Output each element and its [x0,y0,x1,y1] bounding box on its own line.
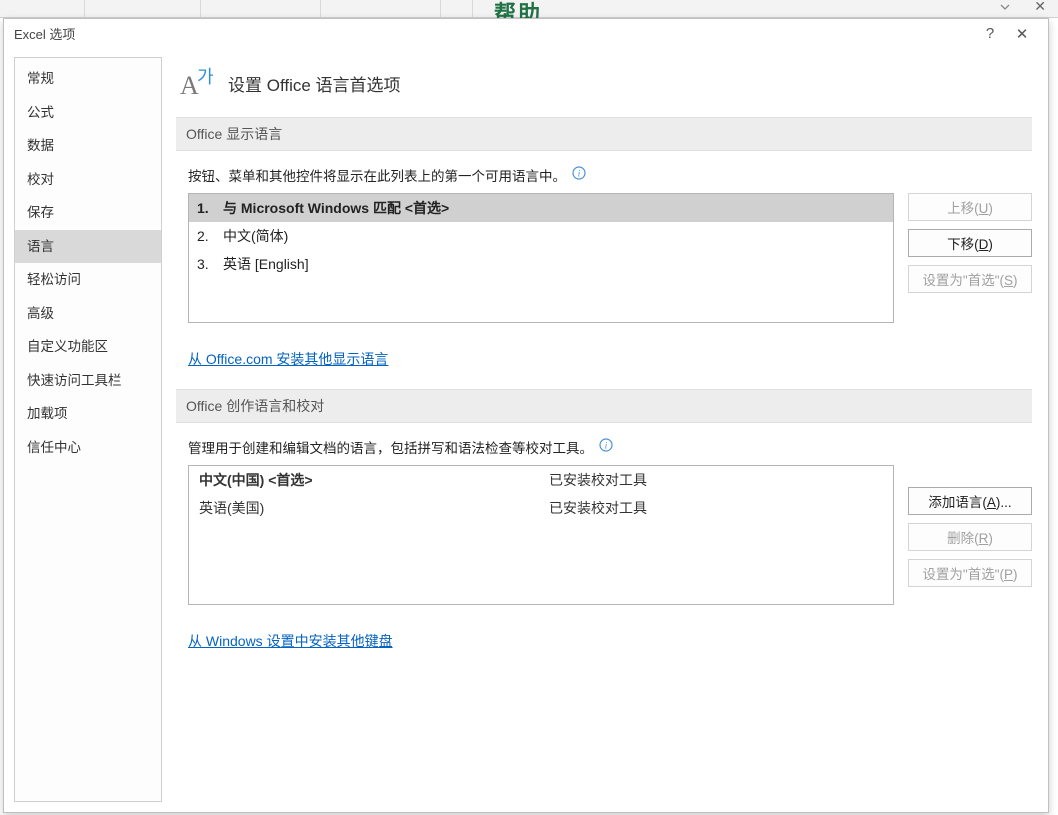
dialog-title: Excel 选项 [14,24,75,43]
remove-language-button[interactable]: 删除(R) [908,523,1032,551]
sidebar-item-language[interactable]: 语言 [15,230,161,264]
display-section-header: Office 显示语言 [176,117,1032,151]
author-item-lang: 英语(美国) [199,498,549,518]
dialog-close-button[interactable]: ✕ [1006,23,1038,45]
background-toolbar: 帮助 ✕ [0,0,1058,18]
sidebar: 常规 公式 数据 校对 保存 语言 轻松访问 高级 自定义功能区 快速访问工具栏… [14,57,162,802]
dialog-help-button[interactable]: ? [974,23,1006,45]
move-down-button[interactable]: 下移(D) [908,229,1032,257]
sidebar-item-ribbon[interactable]: 自定义功能区 [15,330,161,364]
list-item[interactable]: 英语(美国) 已安装校对工具 [189,494,893,522]
sidebar-item-ease[interactable]: 轻松访问 [15,263,161,297]
list-item-num: 1. [197,200,223,216]
list-item[interactable]: 1. 与 Microsoft Windows 匹配 <首选> [189,194,893,222]
info-icon[interactable]: i [572,166,586,180]
bg-close-icon[interactable]: ✕ [1030,0,1050,15]
dialog-titlebar: Excel 选项 ? ✕ [4,19,1048,49]
sidebar-item-trust[interactable]: 信任中心 [15,431,161,465]
sidebar-item-formulas[interactable]: 公式 [15,96,161,130]
sidebar-item-qat[interactable]: 快速访问工具栏 [15,364,161,398]
info-icon[interactable]: i [599,438,613,452]
set-preferred-author-button[interactable]: 设置为"首选"(P) [908,559,1032,587]
set-preferred-display-button[interactable]: 设置为"首选"(S) [908,265,1032,293]
sidebar-item-addins[interactable]: 加载项 [15,397,161,431]
list-item-text: 中文(简体) [223,226,288,246]
install-display-lang-link[interactable]: 从 Office.com 安装其他显示语言 [188,349,388,369]
sidebar-item-advanced[interactable]: 高级 [15,297,161,331]
svg-text:i: i [577,169,580,179]
display-section-desc: 按钮、菜单和其他控件将显示在此列表上的第一个可用语言中。 [188,169,566,184]
list-item-text: 英语 [English] [223,254,309,274]
list-item[interactable]: 2. 中文(简体) [189,222,893,250]
list-item-num: 2. [197,228,223,244]
sidebar-item-proofing[interactable]: 校对 [15,163,161,197]
list-item-num: 3. [197,256,223,272]
author-section-desc: 管理用于创建和编辑文档的语言，包括拼写和语法检查等校对工具。 [188,441,593,456]
page-title: 设置 Office 语言首选项 [228,71,401,96]
author-item-lang: 中文(中国) <首选> [199,470,549,490]
svg-text:가: 가 [197,67,214,87]
author-section-header: Office 创作语言和校对 [176,389,1032,423]
svg-text:i: i [604,441,607,451]
author-language-list[interactable]: 中文(中国) <首选> 已安装校对工具 英语(美国) 已安装校对工具 [188,465,894,605]
main-content: A 가 设置 Office 语言首选项 Office 显示语言 按钮、菜单和其他… [176,57,1038,802]
sidebar-item-general[interactable]: 常规 [15,62,161,96]
display-language-list[interactable]: 1. 与 Microsoft Windows 匹配 <首选> 2. 中文(简体)… [188,193,894,323]
add-language-button[interactable]: 添加语言(A)... [908,487,1032,515]
list-item-text: 与 Microsoft Windows 匹配 <首选> [223,198,449,218]
language-icon: A 가 [178,67,218,99]
sidebar-item-data[interactable]: 数据 [15,129,161,163]
bg-dropdown-icon[interactable] [996,0,1014,14]
install-keyboard-link[interactable]: 从 Windows 设置中安装其他键盘 [188,631,393,651]
author-item-status: 已安装校对工具 [549,498,647,518]
options-dialog: Excel 选项 ? ✕ 常规 公式 数据 校对 保存 语言 轻松访问 高级 自… [3,18,1049,813]
sidebar-item-save[interactable]: 保存 [15,196,161,230]
author-item-status: 已安装校对工具 [549,470,647,490]
list-item[interactable]: 中文(中国) <首选> 已安装校对工具 [189,466,893,494]
move-up-button[interactable]: 上移(U) [908,193,1032,221]
list-item[interactable]: 3. 英语 [English] [189,250,893,278]
